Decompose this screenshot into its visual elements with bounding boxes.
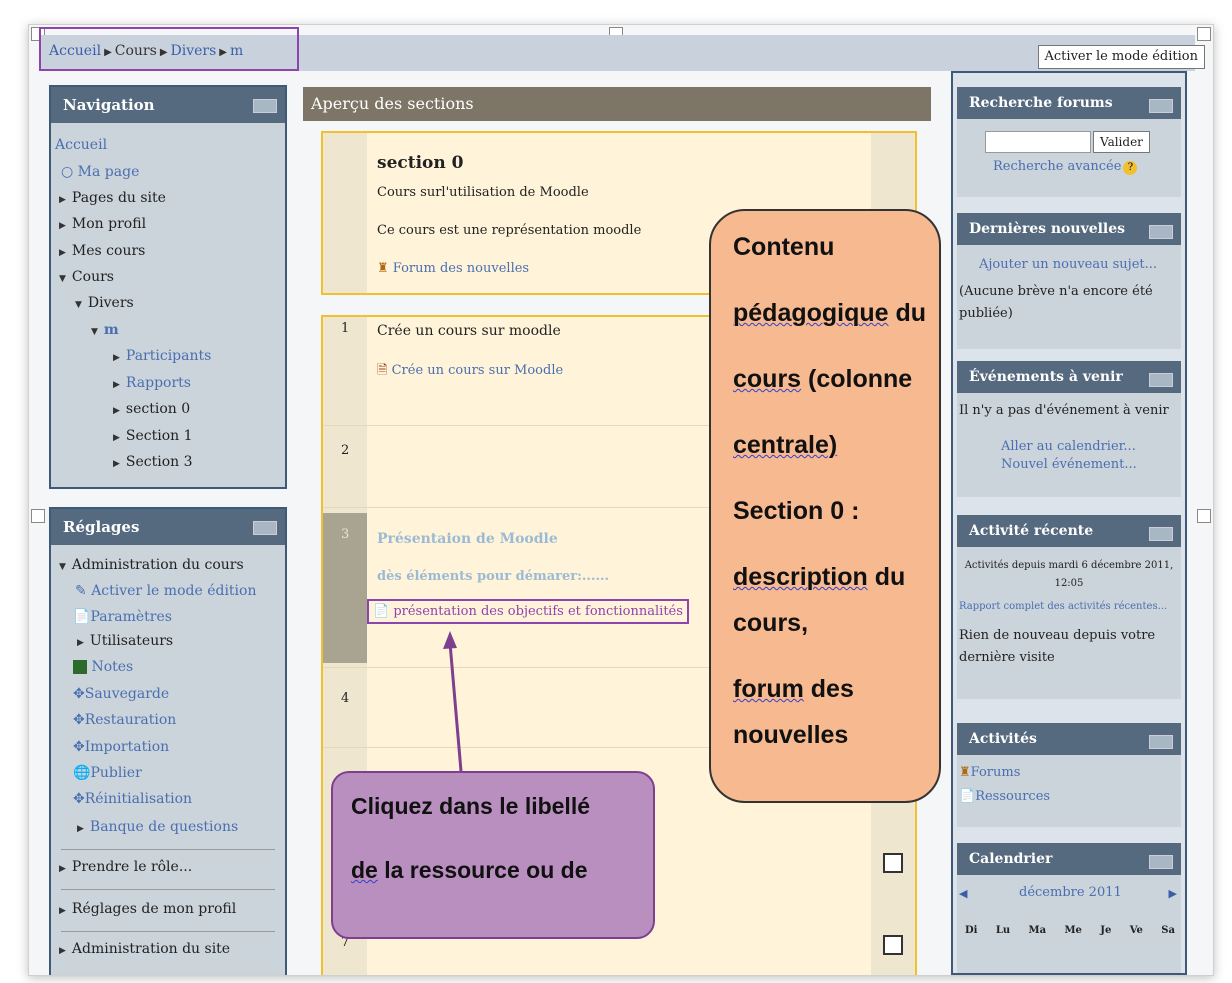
screenshot-frame: Accueil ▶ Cours ▶ Divers ▶ m Activer le mode é…: [28, 24, 1214, 976]
callout-line: de la ressource ou de: [351, 857, 588, 883]
click-instruction-callout: Cliquez dans le libellé de la ressource …: [331, 771, 655, 939]
callout-line: Cliquez dans le libellé: [351, 793, 591, 819]
